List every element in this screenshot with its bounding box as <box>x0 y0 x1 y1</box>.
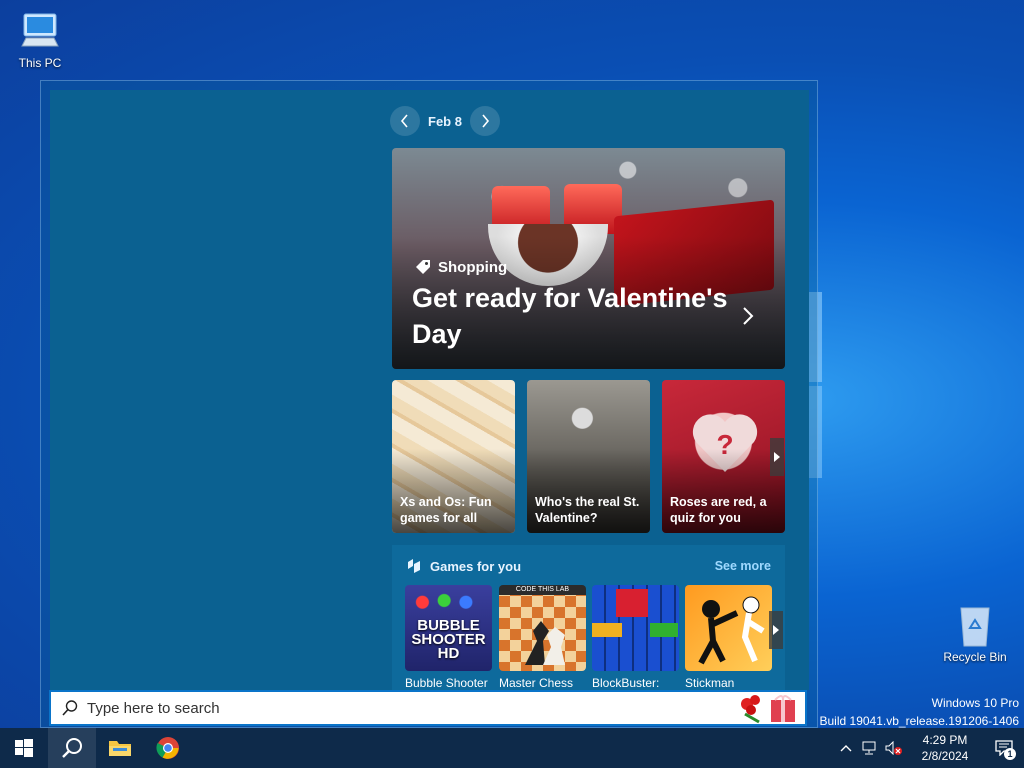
clock-time: 4:29 PM <box>922 733 968 747</box>
start-button[interactable] <box>0 728 48 768</box>
game-card[interactable]: Stickman <box>685 585 772 690</box>
windows-watermark: Windows 10 Pro Build 19041.vb_release.19… <box>820 694 1020 730</box>
caret-right-icon <box>773 625 779 635</box>
desktop-icon-this-pc[interactable]: This PC <box>0 10 80 70</box>
hero-card[interactable]: Shopping Get ready for Valentine's Day <box>392 148 785 369</box>
taskbar-search-box[interactable] <box>49 690 807 726</box>
recycle-bin-icon <box>960 607 990 647</box>
next-day-button[interactable] <box>469 106 500 136</box>
valentine-gift-icon <box>741 695 795 724</box>
games-section: Games for you See more BUBBLE SHOOTER HD… <box>392 545 785 690</box>
game-name: Bubble Shooter <box>405 676 488 690</box>
computer-icon <box>21 13 59 47</box>
game-card[interactable]: CODE THIS LAB Master Chess <box>499 585 586 690</box>
volume-muted-icon <box>885 741 902 755</box>
network-icon <box>862 741 876 755</box>
story-tile-caption: Roses are red, a quiz for you <box>670 495 767 525</box>
search-input[interactable] <box>87 699 687 717</box>
chevron-right-icon <box>743 307 754 325</box>
games-heading-label: Games for you <box>430 558 522 574</box>
search-icon <box>62 700 78 716</box>
system-tray: 4:29 PM 2/8/2024 1 <box>834 728 1024 768</box>
notification-count-badge: 1 <box>1004 748 1016 760</box>
windows-logo-icon <box>15 739 33 757</box>
game-thumbnail: BUBBLE SHOOTER HD <box>405 585 492 671</box>
hero-category: Shopping <box>414 258 507 276</box>
game-card[interactable]: BlockBuster: <box>592 585 679 690</box>
hero-title: Get ready for Valentine's Day <box>412 283 728 349</box>
game-thumbnail-banner: CODE THIS LAB <box>515 586 570 593</box>
taskbar-clock[interactable]: 4:29 PM 2/8/2024 <box>906 732 984 764</box>
tiles-next-button[interactable] <box>770 438 784 476</box>
taskbar: 4:29 PM 2/8/2024 1 <box>0 728 1024 768</box>
story-tile[interactable]: ? Roses are red, a quiz for you <box>662 380 785 533</box>
chrome-icon <box>156 737 179 759</box>
game-name: Master Chess <box>499 676 574 690</box>
chevron-up-icon <box>840 745 852 752</box>
desktop-icon-label: Recycle Bin <box>943 650 1007 664</box>
games-next-button[interactable] <box>769 611 783 649</box>
clock-date: 2/8/2024 <box>921 749 969 763</box>
game-thumbnail <box>685 585 772 671</box>
story-tile-caption: Who's the real St. Valentine? <box>535 495 640 525</box>
chevron-right-icon <box>482 114 490 128</box>
action-center-button[interactable]: 1 <box>984 728 1024 768</box>
current-date-label: Feb 8 <box>428 113 462 129</box>
stickman-icon <box>698 596 765 665</box>
chrome-button[interactable] <box>144 728 192 768</box>
desktop-icon-recycle-bin[interactable]: Recycle Bin <box>935 602 1015 664</box>
chess-pieces-icon <box>525 621 565 665</box>
games-icon <box>408 559 420 573</box>
watermark-edition: Windows 10 Pro <box>931 696 1019 710</box>
tag-icon <box>416 260 430 274</box>
story-tile-caption: Xs and Os: Fun games for all <box>400 495 492 525</box>
volume-button[interactable] <box>882 728 906 768</box>
previous-day-button[interactable] <box>390 106 420 136</box>
see-more-link[interactable]: See more <box>715 559 771 573</box>
folder-icon <box>109 741 131 756</box>
game-thumbnail: CODE THIS LAB <box>499 585 586 671</box>
search-button[interactable] <box>48 728 96 768</box>
game-card[interactable]: BUBBLE SHOOTER HD Bubble Shooter <box>405 585 492 690</box>
show-hidden-icons-button[interactable] <box>834 728 858 768</box>
game-name: Stickman <box>685 676 735 690</box>
story-tile[interactable]: Xs and Os: Fun games for all <box>392 380 515 533</box>
desktop-icon-label: This PC <box>18 56 62 70</box>
network-button[interactable] <box>858 728 882 768</box>
hero-category-label: Shopping <box>438 258 508 276</box>
chevron-left-icon <box>400 114 408 128</box>
date-navigator: Feb 8 <box>390 106 500 136</box>
file-explorer-button[interactable] <box>96 728 144 768</box>
story-tile[interactable]: Who's the real St. Valentine? <box>527 380 650 533</box>
games-heading: Games for you <box>406 558 521 574</box>
caret-right-icon <box>774 452 780 462</box>
game-thumbnail <box>592 585 679 671</box>
game-name: BlockBuster: <box>592 676 660 690</box>
game-thumbnail-lettering: BUBBLE SHOOTER HD <box>411 617 486 662</box>
search-icon <box>62 738 82 758</box>
